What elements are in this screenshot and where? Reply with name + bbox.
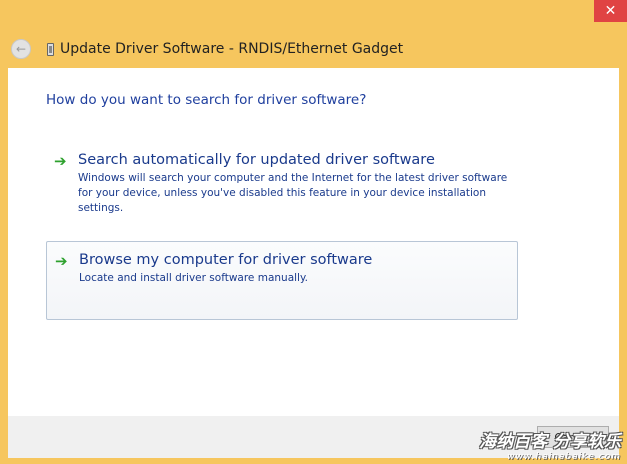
option-description: Windows will search your computer and th… — [78, 172, 508, 214]
wizard-content: How do you want to search for driver sof… — [8, 68, 619, 416]
watermark: 海纳百客 分享软乐 www.hainabaike.com — [479, 427, 621, 462]
close-button[interactable]: ✕ — [594, 0, 627, 22]
device-icon — [47, 42, 54, 56]
search-automatically-option[interactable]: ➔ Search automatically for updated drive… — [46, 146, 518, 218]
back-button[interactable]: ← — [11, 39, 31, 59]
green-arrow-icon: ➔ — [55, 252, 68, 270]
option-description: Locate and install driver software manua… — [79, 272, 309, 284]
green-arrow-icon: ➔ — [54, 152, 67, 170]
back-arrow-icon: ← — [15, 42, 27, 56]
close-icon: ✕ — [604, 3, 617, 19]
watermark-url: www.hainabaike.com — [507, 452, 621, 462]
title-bar: ← Update Driver Software - RNDIS/Etherne… — [0, 30, 627, 68]
window-frame: ✕ ← Update Driver Software - RNDIS/Ether… — [0, 0, 627, 464]
option-title: Browse my computer for driver software — [79, 252, 373, 268]
page-heading: How do you want to search for driver sof… — [46, 92, 367, 108]
window-title: Update Driver Software - RNDIS/Ethernet … — [60, 41, 404, 57]
option-title: Search automatically for updated driver … — [78, 152, 435, 168]
browse-computer-option[interactable]: ➔ Browse my computer for driver software… — [46, 241, 518, 320]
watermark-text: 海纳百客 分享软乐 — [479, 432, 621, 452]
